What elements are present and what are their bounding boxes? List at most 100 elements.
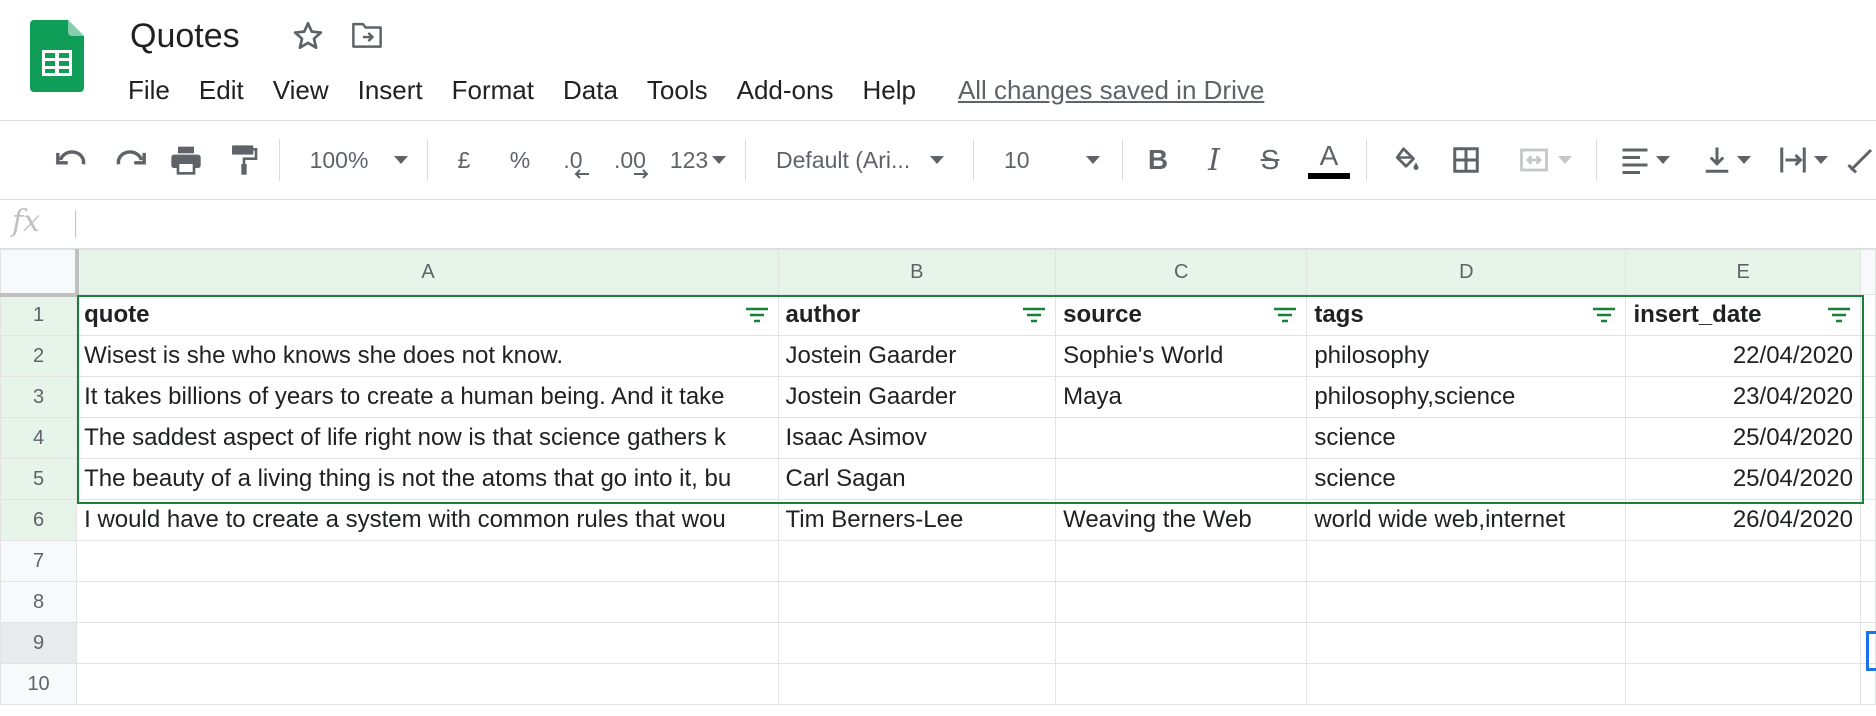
filter-icon[interactable]	[1826, 305, 1852, 325]
cell[interactable]	[777, 581, 1057, 623]
cell-insert-date[interactable]: 22/04/2020	[1625, 335, 1861, 377]
percent-format-button[interactable]: %	[505, 139, 535, 181]
row-header[interactable]: 9	[0, 622, 78, 664]
cell-insert-date[interactable]: 23/04/2020	[1625, 376, 1861, 418]
borders-icon[interactable]	[1448, 139, 1484, 181]
cell[interactable]	[1859, 581, 1876, 623]
cell-quote[interactable]: I would have to create a system with com…	[76, 499, 779, 541]
cell[interactable]	[1859, 376, 1876, 418]
horizontal-align-button[interactable]	[1614, 139, 1676, 181]
strikethrough-button[interactable]: S	[1252, 139, 1288, 181]
cell[interactable]	[1625, 622, 1861, 664]
column-header-e[interactable]: E	[1625, 249, 1861, 295]
cell[interactable]	[1859, 458, 1876, 500]
font-size-select[interactable]: 10	[1004, 139, 1108, 181]
cell-quote[interactable]: The saddest aspect of life right now is …	[76, 417, 779, 459]
cell[interactable]	[76, 540, 779, 582]
cell[interactable]	[76, 663, 779, 705]
cell[interactable]	[1055, 663, 1308, 705]
cell[interactable]	[1306, 622, 1627, 664]
row-header[interactable]: 10	[0, 663, 78, 705]
row-header[interactable]: 2	[0, 335, 78, 377]
currency-format-button[interactable]: £	[450, 139, 478, 181]
decrease-decimals-button[interactable]: .0	[555, 139, 591, 181]
cell[interactable]	[1055, 581, 1308, 623]
cell-author[interactable]: Jostein Gaarder	[777, 335, 1057, 377]
menu-data[interactable]: Data	[563, 72, 618, 108]
undo-icon[interactable]	[52, 139, 92, 181]
fill-color-icon[interactable]	[1388, 139, 1424, 181]
text-wrapping-button[interactable]	[1772, 139, 1834, 181]
italic-button[interactable]: I	[1196, 139, 1232, 181]
cell[interactable]	[1306, 581, 1627, 623]
menu-format[interactable]: Format	[452, 72, 534, 108]
cell[interactable]	[777, 622, 1057, 664]
cell-source[interactable]	[1055, 417, 1308, 459]
cell-source[interactable]: Weaving the Web	[1055, 499, 1308, 541]
cell-author[interactable]: Isaac Asimov	[777, 417, 1057, 459]
column-header-b[interactable]: B	[777, 249, 1057, 295]
cell-insert-date[interactable]: 25/04/2020	[1625, 417, 1861, 459]
filter-icon[interactable]	[1272, 305, 1298, 325]
cell[interactable]	[1055, 540, 1308, 582]
menu-tools[interactable]: Tools	[647, 72, 708, 108]
zoom-select[interactable]: 100%	[300, 139, 418, 181]
cell[interactable]	[1859, 540, 1876, 582]
print-icon[interactable]	[166, 139, 206, 181]
cell-tags[interactable]: world wide web,internet	[1306, 499, 1627, 541]
row-header[interactable]: 1	[0, 294, 78, 336]
row-header[interactable]: 7	[0, 540, 78, 582]
select-all-corner[interactable]	[0, 249, 79, 297]
formula-input[interactable]	[90, 206, 1860, 240]
cell-author[interactable]: Jostein Gaarder	[777, 376, 1057, 418]
more-formats-button[interactable]: 123	[666, 139, 730, 181]
cell-quote[interactable]: Wisest is she who knows she does not kno…	[76, 335, 779, 377]
filter-icon[interactable]	[1591, 305, 1617, 325]
cell-source[interactable]	[1055, 458, 1308, 500]
font-family-select[interactable]: Default (Ari...	[776, 139, 958, 181]
vertical-align-button[interactable]	[1696, 139, 1758, 181]
column-header-c[interactable]: C	[1055, 249, 1308, 295]
text-color-button[interactable]: A	[1306, 139, 1352, 181]
cell[interactable]	[1055, 622, 1308, 664]
cell[interactable]	[1625, 581, 1861, 623]
row-header[interactable]: 3	[0, 376, 78, 418]
redo-icon[interactable]	[110, 139, 150, 181]
cell-author[interactable]: Tim Berners-Lee	[777, 499, 1057, 541]
cell-tags[interactable]: science	[1306, 417, 1627, 459]
cell[interactable]	[1625, 663, 1861, 705]
cell[interactable]	[1859, 417, 1876, 459]
filter-icon[interactable]	[744, 305, 770, 325]
star-icon[interactable]	[290, 18, 326, 54]
merge-cells-button[interactable]	[1510, 139, 1580, 181]
cell-tags[interactable]: science	[1306, 458, 1627, 500]
cell[interactable]	[777, 540, 1057, 582]
row-header[interactable]: 4	[0, 417, 78, 459]
cell-source[interactable]: Maya	[1055, 376, 1308, 418]
sheets-logo-icon[interactable]	[30, 20, 84, 92]
cell[interactable]	[777, 663, 1057, 705]
cell[interactable]	[76, 581, 779, 623]
cell[interactable]	[76, 622, 779, 664]
cell-source[interactable]: Sophie's World	[1055, 335, 1308, 377]
cell[interactable]	[1859, 294, 1876, 336]
filter-icon[interactable]	[1021, 305, 1047, 325]
paint-format-icon[interactable]	[224, 139, 264, 181]
column-header-a[interactable]: A	[76, 249, 779, 295]
cell[interactable]	[1859, 499, 1876, 541]
header-cell-author[interactable]: author	[777, 294, 1057, 336]
save-status-link[interactable]: All changes saved in Drive	[958, 75, 1264, 106]
cell-insert-date[interactable]: 26/04/2020	[1625, 499, 1861, 541]
header-cell-quote[interactable]: quote	[76, 294, 779, 336]
row-header[interactable]: 5	[0, 458, 78, 500]
menu-help[interactable]: Help	[862, 72, 915, 108]
cell-tags[interactable]: philosophy	[1306, 335, 1627, 377]
document-title[interactable]: Quotes	[130, 14, 240, 58]
header-cell-tags[interactable]: tags	[1306, 294, 1627, 336]
cell[interactable]	[1306, 663, 1627, 705]
cell[interactable]	[1306, 540, 1627, 582]
menu-file[interactable]: File	[128, 72, 170, 108]
menu-add-ons[interactable]: Add-ons	[737, 72, 834, 108]
header-cell-source[interactable]: source	[1055, 294, 1308, 336]
bold-button[interactable]: B	[1140, 139, 1176, 181]
